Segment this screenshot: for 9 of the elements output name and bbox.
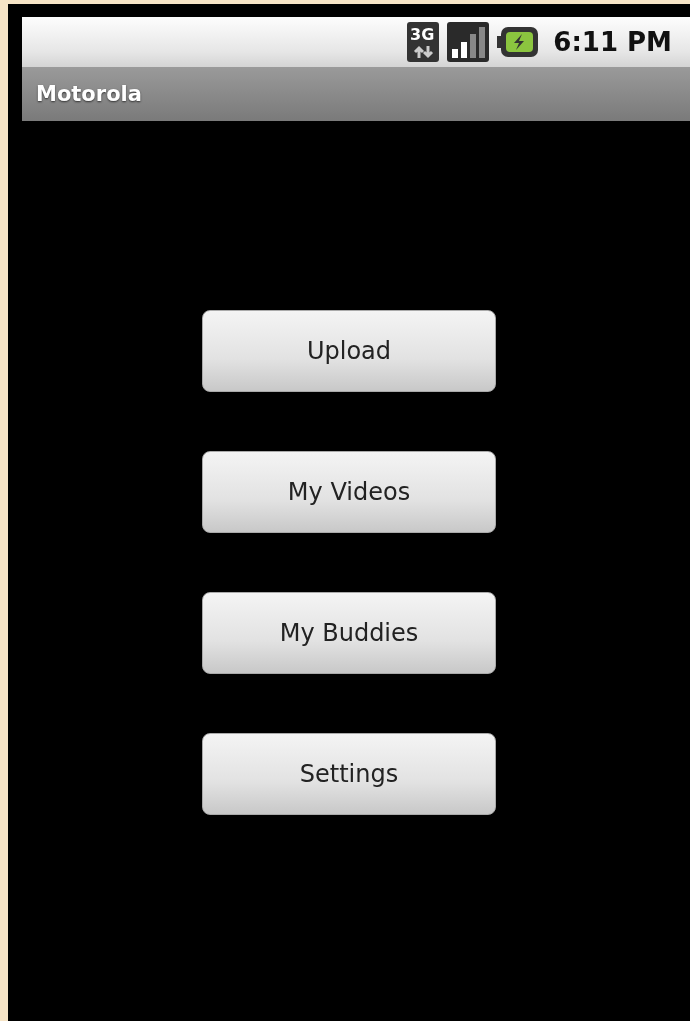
menu-button[interactable]: Settings: [202, 733, 496, 815]
clock: 6:11 PM: [553, 27, 672, 57]
network-type: 3G: [410, 25, 435, 44]
battery-charging-icon: [497, 26, 540, 58]
menu-button[interactable]: My Videos: [202, 451, 496, 533]
app-title: Motorola: [36, 82, 142, 106]
menu-button[interactable]: Upload: [202, 310, 496, 392]
menu-button[interactable]: My Buddies: [202, 592, 496, 674]
signal-icon: [447, 22, 490, 62]
